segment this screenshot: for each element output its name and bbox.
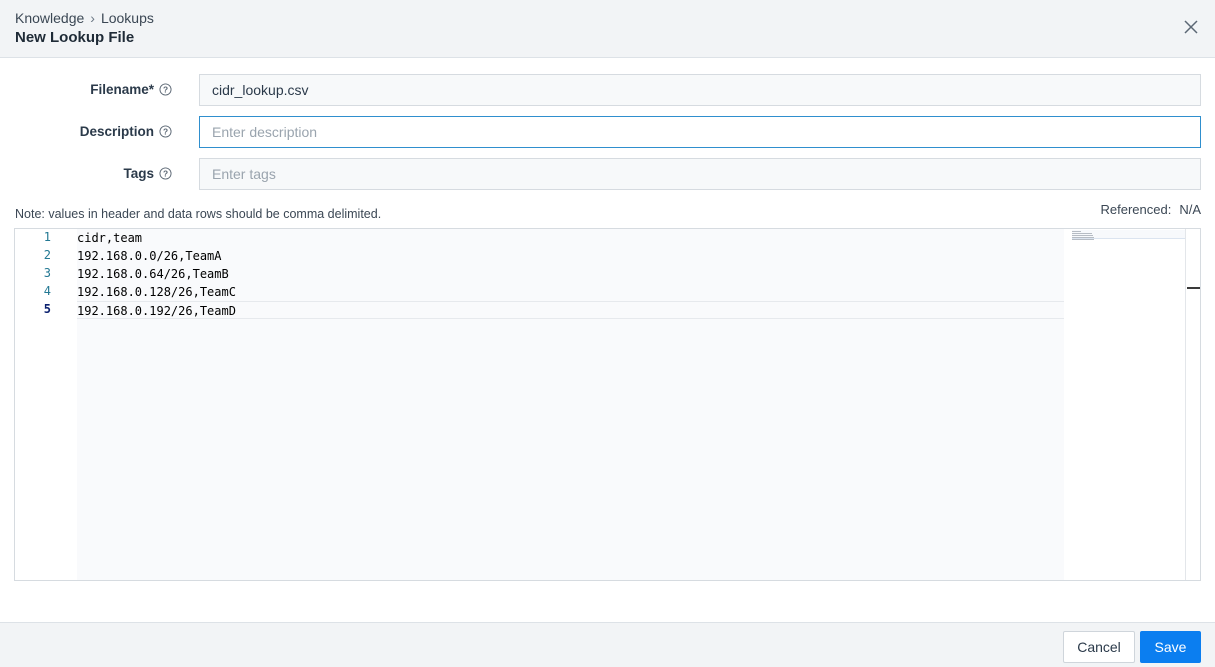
code-line[interactable]: cidr,team bbox=[77, 229, 1064, 247]
line-number-current: 5 bbox=[43, 302, 51, 316]
code-line-current[interactable]: 192.168.0.192/26,TeamD bbox=[77, 301, 1064, 319]
help-icon[interactable]: ? bbox=[159, 125, 172, 138]
referenced-value: N/A bbox=[1179, 202, 1201, 217]
close-icon[interactable] bbox=[1183, 19, 1199, 35]
minimap-line bbox=[1072, 237, 1094, 238]
cancel-button[interactable]: Cancel bbox=[1063, 631, 1135, 663]
filename-label-text: Filename* bbox=[90, 82, 154, 97]
filename-input[interactable] bbox=[199, 74, 1201, 106]
tags-label-text: Tags bbox=[123, 166, 154, 181]
line-number: 4 bbox=[43, 284, 51, 298]
referenced-status: Referenced: N/A bbox=[1101, 202, 1202, 217]
new-lookup-modal: Knowledge › Lookups New Lookup File Filena… bbox=[0, 0, 1215, 667]
tags-row: Tags ? bbox=[0, 158, 1215, 190]
line-number: 3 bbox=[43, 266, 51, 280]
help-icon[interactable]: ? bbox=[159, 83, 172, 96]
breadcrumb: Knowledge › Lookups bbox=[15, 10, 154, 26]
breadcrumb-separator: › bbox=[90, 10, 95, 26]
breadcrumb-lookups[interactable]: Lookups bbox=[101, 10, 154, 26]
code-area[interactable]: cidr,team 192.168.0.0/26,TeamA 192.168.0… bbox=[77, 229, 1064, 580]
minimap-line bbox=[1072, 239, 1094, 240]
delimiter-note: Note: values in header and data rows sho… bbox=[15, 207, 382, 221]
csv-editor[interactable]: 1 2 3 4 5 cidr,team 192.168.0.0/26,TeamA… bbox=[14, 228, 1201, 581]
line-number-gutter: 1 2 3 4 5 bbox=[15, 229, 77, 580]
minimap-line bbox=[1072, 233, 1092, 234]
svg-text:?: ? bbox=[163, 169, 168, 179]
referenced-label: Referenced: bbox=[1100, 202, 1172, 217]
modal-footer: Cancel Save bbox=[0, 622, 1215, 667]
breadcrumb-knowledge[interactable]: Knowledge bbox=[15, 10, 84, 26]
filename-row: Filename* ? bbox=[0, 74, 1215, 106]
description-input[interactable] bbox=[199, 116, 1201, 148]
minimap-line bbox=[1072, 235, 1093, 236]
help-icon[interactable]: ? bbox=[159, 167, 172, 180]
tags-label: Tags ? bbox=[123, 166, 172, 181]
scrollbar-cursor-marker bbox=[1187, 287, 1200, 289]
description-label-text: Description bbox=[79, 124, 154, 139]
code-line[interactable]: 192.168.0.0/26,TeamA bbox=[77, 247, 1064, 265]
editor-minimap[interactable] bbox=[1064, 229, 1185, 580]
modal-header: Knowledge › Lookups New Lookup File bbox=[0, 0, 1215, 58]
minimap-line bbox=[1072, 231, 1081, 232]
code-line[interactable]: 192.168.0.64/26,TeamB bbox=[77, 265, 1064, 283]
page-title: New Lookup File bbox=[15, 29, 135, 46]
description-label: Description ? bbox=[80, 124, 172, 139]
description-row: Description ? bbox=[0, 116, 1215, 148]
tags-input[interactable] bbox=[199, 158, 1201, 190]
line-number: 2 bbox=[43, 248, 51, 262]
svg-text:?: ? bbox=[163, 85, 168, 95]
code-line[interactable]: 192.168.0.128/26,TeamC bbox=[77, 283, 1064, 301]
line-number: 1 bbox=[43, 230, 51, 244]
vertical-scrollbar[interactable] bbox=[1185, 229, 1200, 580]
filename-label: Filename* ? bbox=[90, 82, 172, 97]
svg-text:?: ? bbox=[163, 127, 168, 137]
save-button[interactable]: Save bbox=[1140, 631, 1201, 663]
